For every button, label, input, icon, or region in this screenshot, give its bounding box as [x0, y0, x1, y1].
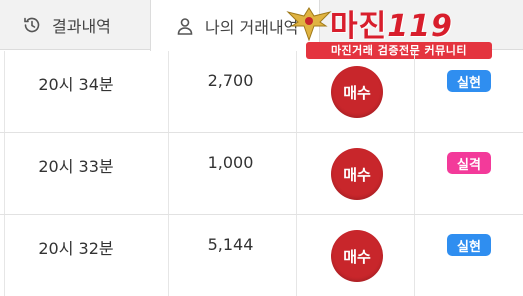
column-divider [168, 215, 169, 296]
watermark-brand-text: 마진 [330, 9, 388, 44]
column-divider [168, 133, 169, 214]
table-row: 20시 34분 2,700 매수 실현 [0, 51, 523, 133]
column-divider [296, 51, 297, 132]
column-divider [4, 133, 5, 214]
buy-button[interactable]: 매수 [331, 148, 383, 200]
trade-amount: 5,144 [207, 235, 254, 254]
column-divider [168, 51, 169, 132]
user-icon [175, 16, 195, 36]
tab-results[interactable]: 결과내역 [0, 0, 150, 50]
trade-time: 20시 33분 [38, 157, 114, 176]
result-badge-failed: 실격 [447, 152, 491, 174]
result-badge-realized: 실현 [447, 70, 491, 92]
column-divider [296, 133, 297, 214]
column-divider [296, 215, 297, 296]
trade-amount: 1,000 [207, 153, 254, 172]
result-badge-realized: 실현 [447, 234, 491, 256]
trade-amount: 2,700 [207, 71, 254, 90]
column-divider [414, 133, 415, 214]
buy-button[interactable]: 매수 [331, 66, 383, 118]
column-divider [4, 51, 5, 132]
trade-time: 20시 34분 [38, 75, 114, 94]
buy-button[interactable]: 매수 [331, 230, 383, 282]
column-divider [414, 215, 415, 296]
table-row: 20시 32분 5,144 매수 실현 [0, 215, 523, 296]
history-icon [22, 15, 42, 35]
trade-time: 20시 32분 [38, 239, 114, 258]
column-divider [4, 215, 5, 296]
eagle-emblem-icon [286, 7, 332, 42]
watermark-brand: 마진119 [330, 1, 453, 45]
column-divider [414, 51, 415, 132]
table-row: 20시 33분 1,000 매수 실격 [0, 133, 523, 215]
watermark-brand-number: 119 [387, 9, 453, 44]
tab-results-label: 결과내역 [52, 17, 111, 36]
